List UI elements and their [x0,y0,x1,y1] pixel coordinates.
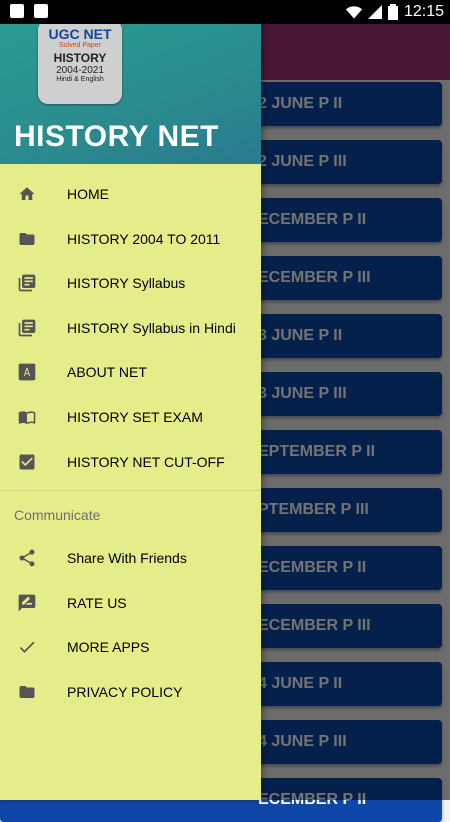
battery-icon [387,4,398,20]
checkbox-icon [16,451,38,473]
section-header-communicate: Communicate [14,507,101,523]
library-books-icon [16,272,38,294]
menu-item-history-syllabus[interactable]: HISTORY Syllabus [0,261,261,305]
app-logo: UGC NET Solved Paper HISTORY 2004-2021 H… [38,20,122,104]
menu-item-history-2004-to-2011[interactable]: HISTORY 2004 TO 2011 [0,217,261,261]
book-open-icon [16,406,38,428]
signal-icon [367,5,382,19]
font-a-icon [16,361,38,383]
logo-line-1: UGC NET [48,26,112,42]
folder-icon [16,228,38,250]
menu-item-label: HISTORY NET CUT-OFF [67,454,225,470]
notification-image-icon [10,4,24,18]
folder-icon [16,681,38,703]
status-bar: 12:15 [0,0,450,24]
menu-item-label: HISTORY Syllabus [67,275,186,291]
logo-line-3: HISTORY [53,51,107,65]
navigation-drawer: UGC NET Solved Paper HISTORY 2004-2021 H… [0,0,261,800]
menu-item-label: HISTORY SET EXAM [67,409,203,425]
library-books-icon [16,317,38,339]
home-icon [16,183,38,205]
wifi-icon [345,6,362,19]
menu-item-share[interactable]: Share With Friends [0,536,261,580]
menu-item-history-net-cutoff[interactable]: HISTORY NET CUT-OFF [0,440,261,484]
menu-item-label: PRIVACY POLICY [67,684,183,700]
menu-item-home[interactable]: HOME [0,172,261,216]
logo-line-2: Solved Paper [58,42,102,49]
menu-item-history-set-exam[interactable]: HISTORY SET EXAM [0,395,261,439]
notification-icons [10,4,48,18]
share-icon [16,547,38,569]
menu-item-privacy-policy[interactable]: PRIVACY POLICY [0,670,261,714]
menu-item-history-syllabus-hindi[interactable]: HISTORY Syllabus in Hindi [0,306,261,350]
drawer-divider [0,490,261,491]
menu-item-label: MORE APPS [67,639,150,655]
logo-line-4: 2004-2021 [56,65,104,76]
menu-item-label: RATE US [67,595,127,611]
menu-item-label: Share With Friends [67,550,187,566]
drawer-header: UGC NET Solved Paper HISTORY 2004-2021 H… [0,0,261,164]
app-title: HISTORY NET [14,120,219,153]
menu-item-label: ABOUT NET [67,364,147,380]
menu-item-about-net[interactable]: ABOUT NET [0,350,261,394]
menu-item-label: HISTORY 2004 TO 2011 [67,231,221,247]
menu-item-more-apps[interactable]: MORE APPS [0,625,261,669]
clock: 12:15 [403,3,444,20]
logo-line-5: Hindi & English [56,76,104,83]
notification-app-icon [34,4,48,18]
menu-item-rate-us[interactable]: RATE US [0,581,261,625]
check-icon [16,636,38,658]
menu-item-label: HOME [67,186,109,202]
menu-item-label: HISTORY Syllabus in Hindi [67,320,236,336]
rate-review-icon [16,592,38,614]
